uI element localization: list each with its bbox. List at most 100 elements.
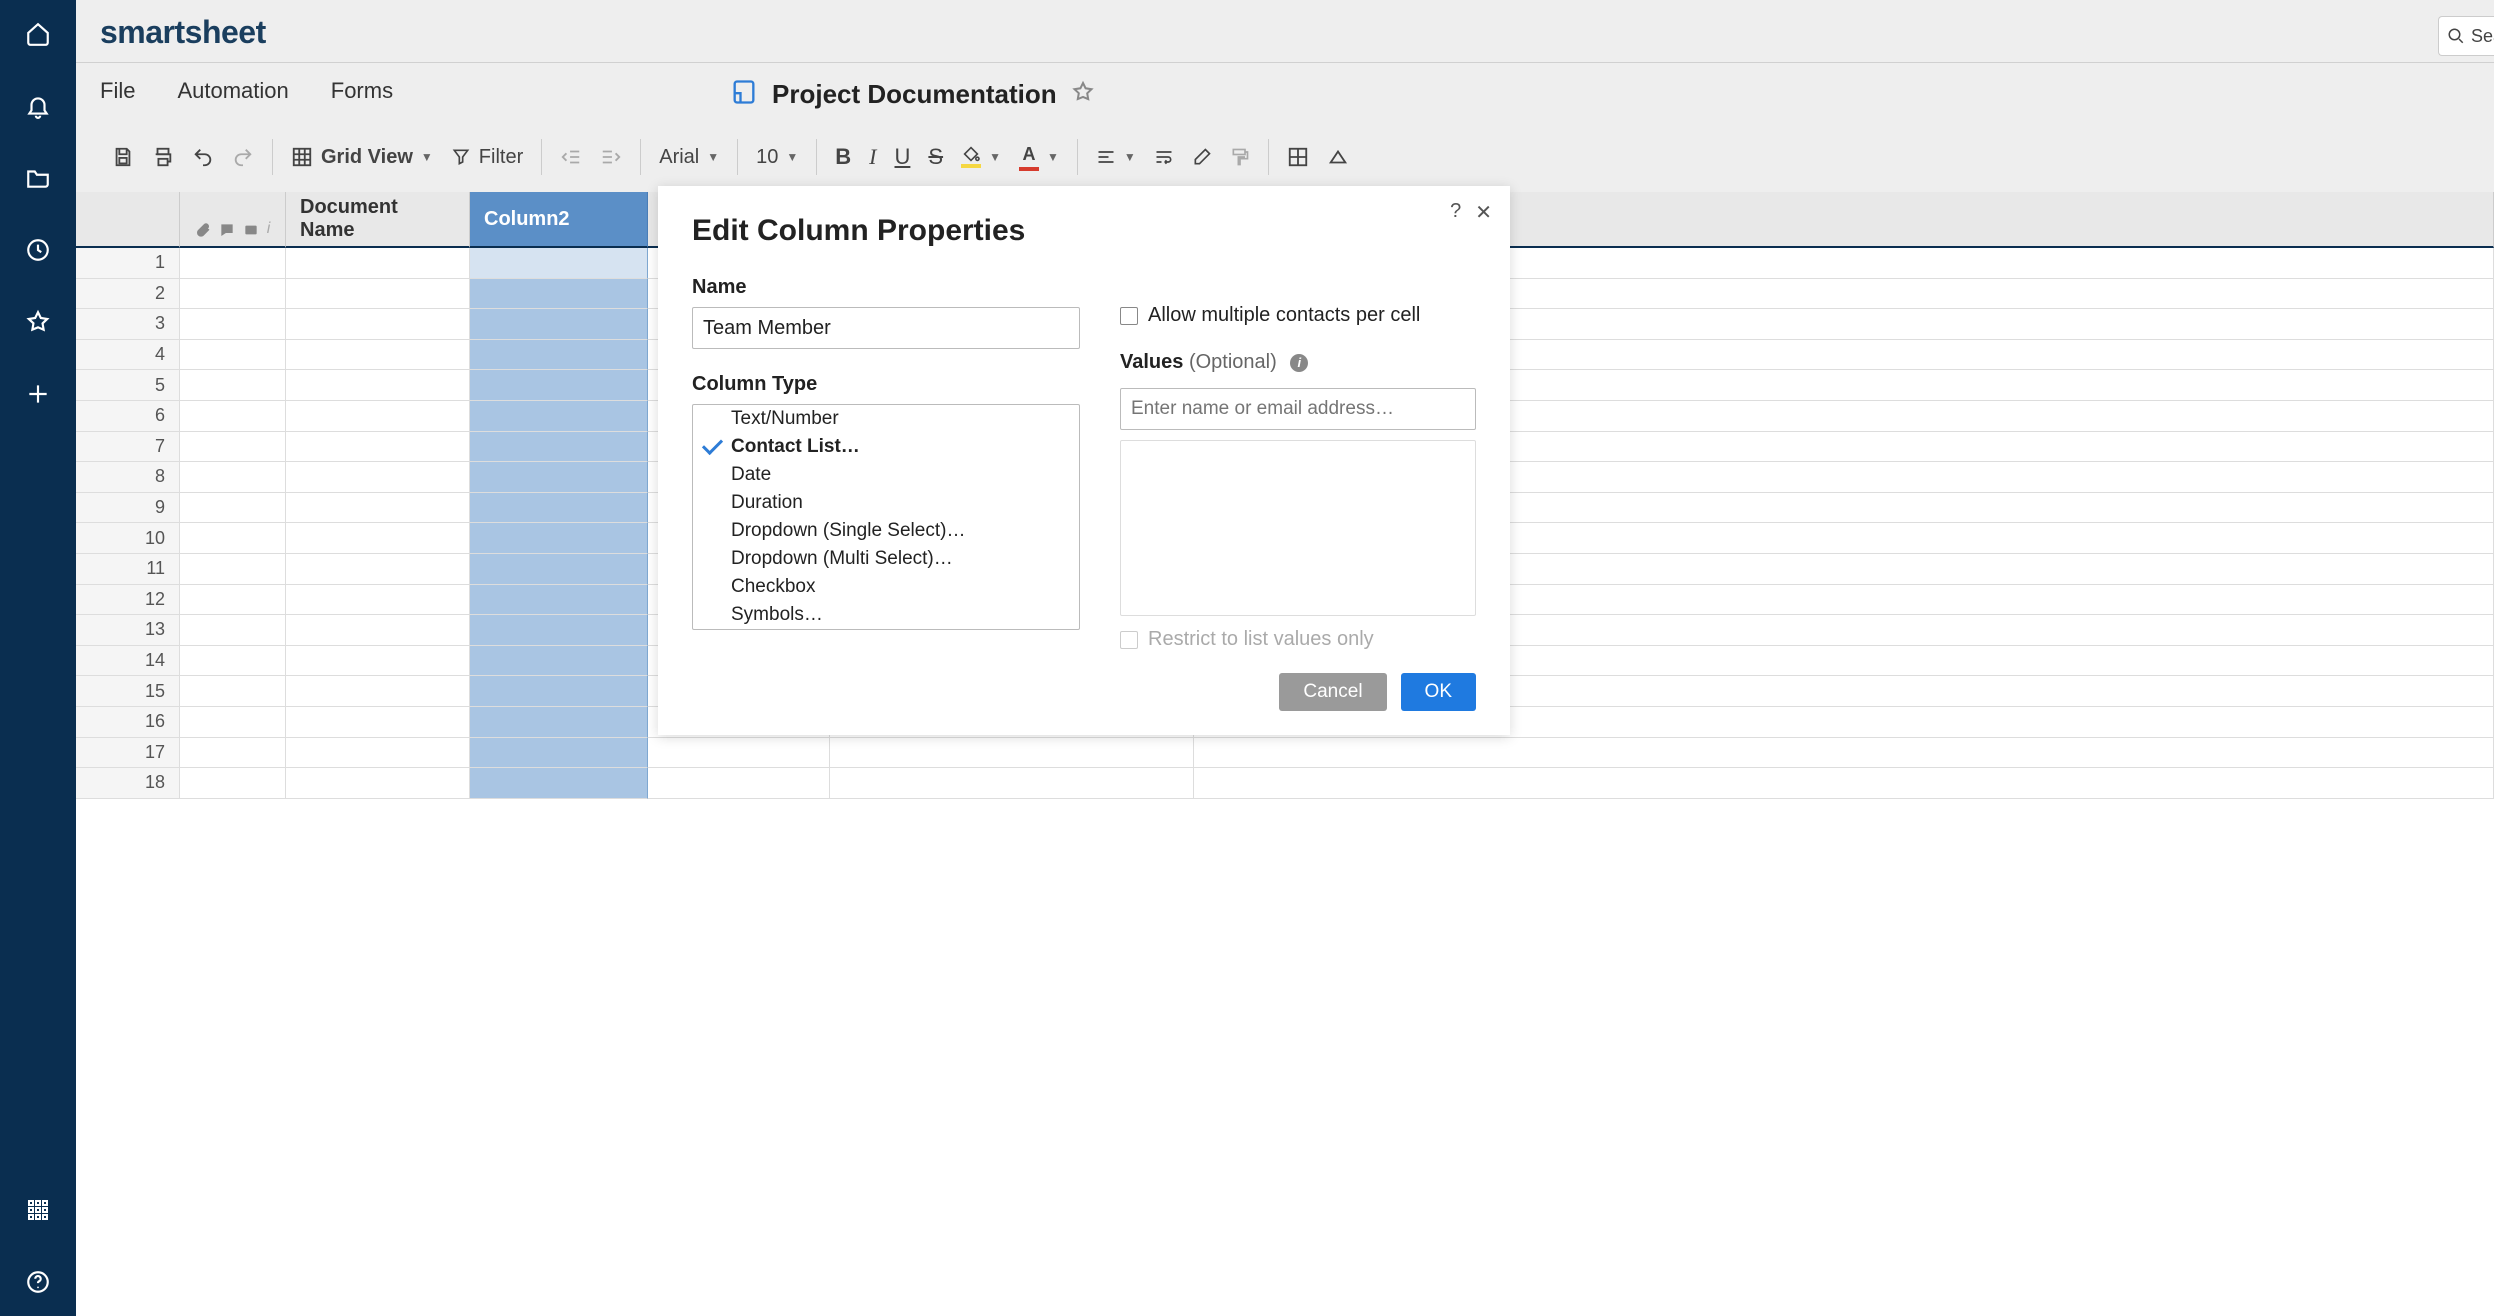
cell[interactable] (286, 615, 470, 646)
dialog-help-icon[interactable]: ? (1450, 200, 1461, 225)
row-indicator-cell[interactable] (180, 646, 286, 677)
row-indicator-cell[interactable] (180, 370, 286, 401)
menu-file[interactable]: File (100, 78, 135, 104)
row-indicator-cell[interactable] (180, 768, 286, 799)
cell[interactable] (830, 738, 1194, 769)
cell[interactable] (470, 401, 648, 432)
help-icon[interactable] (24, 1268, 52, 1296)
cell[interactable] (286, 340, 470, 371)
grid-corner[interactable] (76, 192, 180, 248)
cell[interactable] (286, 370, 470, 401)
borders-button[interactable] (1287, 146, 1309, 168)
wrap-button[interactable] (1154, 147, 1174, 167)
row-number[interactable]: 9 (76, 493, 180, 524)
row-number[interactable]: 16 (76, 707, 180, 738)
cell[interactable] (286, 646, 470, 677)
row-number[interactable]: 2 (76, 279, 180, 310)
row-indicator-cell[interactable] (180, 707, 286, 738)
cell[interactable] (286, 462, 470, 493)
redo-icon[interactable] (232, 146, 254, 168)
row-indicator-cell[interactable] (180, 279, 286, 310)
cell[interactable] (286, 279, 470, 310)
cell[interactable] (470, 279, 648, 310)
cell[interactable] (1194, 768, 2494, 799)
home-icon[interactable] (24, 20, 52, 48)
cell[interactable] (470, 432, 648, 463)
cell[interactable] (470, 707, 648, 738)
cell[interactable] (470, 738, 648, 769)
filter-button[interactable]: Filter (451, 146, 523, 169)
menu-automation[interactable]: Automation (177, 78, 288, 104)
row-number[interactable]: 6 (76, 401, 180, 432)
menu-forms[interactable]: Forms (331, 78, 393, 104)
align-button[interactable]: ▼ (1096, 147, 1136, 167)
row-indicator-cell[interactable] (180, 340, 286, 371)
cell[interactable] (470, 370, 648, 401)
save-icon[interactable] (112, 146, 134, 168)
column-type-option[interactable]: Symbols… (693, 601, 1079, 629)
column-header-document-name[interactable]: Document Name (286, 192, 470, 248)
cancel-button[interactable]: Cancel (1279, 673, 1386, 711)
row-indicator-cell[interactable] (180, 432, 286, 463)
cell[interactable] (470, 585, 648, 616)
favorites-icon[interactable] (24, 308, 52, 336)
cell[interactable] (470, 646, 648, 677)
fill-color-button[interactable]: ▼ (961, 146, 1001, 168)
row-indicator-cell[interactable] (180, 309, 286, 340)
row-number[interactable]: 11 (76, 554, 180, 585)
row-number[interactable]: 17 (76, 738, 180, 769)
recents-icon[interactable] (24, 236, 52, 264)
allow-multiple-checkbox[interactable]: Allow multiple contacts per cell (1120, 304, 1476, 327)
folder-icon[interactable] (24, 164, 52, 192)
row-indicator-cell[interactable] (180, 462, 286, 493)
row-number[interactable]: 5 (76, 370, 180, 401)
table-row[interactable]: 17 (76, 738, 2494, 769)
cell[interactable] (286, 248, 470, 279)
column-name-input[interactable] (692, 307, 1080, 349)
cell[interactable] (470, 615, 648, 646)
column-type-option[interactable]: Checkbox (693, 573, 1079, 601)
row-indicator-cell[interactable] (180, 554, 286, 585)
bold-button[interactable]: B (835, 144, 851, 170)
row-number[interactable]: 14 (76, 646, 180, 677)
row-number[interactable]: 4 (76, 340, 180, 371)
values-input[interactable] (1120, 388, 1476, 430)
clear-format-button[interactable] (1192, 147, 1212, 167)
apps-icon[interactable] (24, 1196, 52, 1224)
row-number[interactable]: 12 (76, 585, 180, 616)
ok-button[interactable]: OK (1401, 673, 1476, 711)
cell[interactable] (286, 768, 470, 799)
font-size-selector[interactable]: 10▼ (756, 146, 798, 169)
cell[interactable] (286, 707, 470, 738)
cell[interactable] (286, 554, 470, 585)
row-number[interactable]: 10 (76, 523, 180, 554)
row-number[interactable]: 8 (76, 462, 180, 493)
table-row[interactable]: 18 (76, 768, 2494, 799)
text-color-button[interactable]: A▼ (1019, 144, 1059, 171)
row-number[interactable]: 15 (76, 676, 180, 707)
cell[interactable] (470, 768, 648, 799)
cell[interactable] (470, 493, 648, 524)
row-number[interactable]: 1 (76, 248, 180, 279)
column-type-option[interactable]: Dropdown (Multi Select)… (693, 545, 1079, 573)
values-list-area[interactable] (1120, 440, 1476, 616)
row-indicator-cell[interactable] (180, 248, 286, 279)
column-header-column2[interactable]: Column2 (470, 192, 648, 248)
indent-icon[interactable] (600, 146, 622, 168)
view-selector[interactable]: Grid View ▼ (291, 146, 433, 169)
cell[interactable] (286, 523, 470, 554)
print-icon[interactable] (152, 146, 174, 168)
font-selector[interactable]: Arial▼ (659, 146, 719, 169)
row-indicator-cell[interactable] (180, 676, 286, 707)
column-type-option[interactable]: Contact List… (693, 433, 1079, 461)
cell[interactable] (470, 523, 648, 554)
italic-button[interactable]: I (869, 144, 876, 170)
row-indicator-cell[interactable] (180, 401, 286, 432)
cell[interactable] (1194, 738, 2494, 769)
cell[interactable] (286, 309, 470, 340)
cell[interactable] (470, 309, 648, 340)
row-indicator-cell[interactable] (180, 738, 286, 769)
strikethrough-button[interactable]: S (928, 144, 943, 170)
dialog-close-icon[interactable]: ✕ (1475, 200, 1492, 225)
info-icon[interactable]: i (1290, 354, 1308, 372)
